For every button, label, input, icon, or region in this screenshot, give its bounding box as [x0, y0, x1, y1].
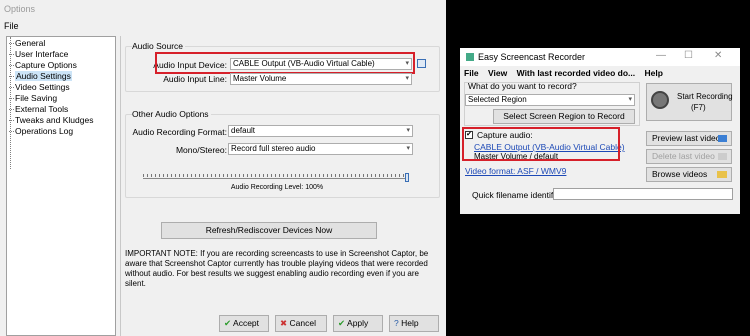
- tree-item-video-settings[interactable]: Video Settings: [7, 82, 115, 93]
- quick-id-label: Quick filename identifier:: [472, 190, 566, 200]
- maximize-icon[interactable]: ☐: [684, 50, 693, 61]
- refresh-devices-button[interactable]: Refresh/Rediscover Devices Now: [161, 222, 377, 239]
- cancel-button[interactable]: ✖ Cancel: [275, 315, 327, 332]
- other-audio-title: Other Audio Options: [132, 109, 211, 119]
- video-format-link[interactable]: Video format: ASF / WMV9: [465, 166, 566, 176]
- tree-item-user-interface[interactable]: User Interface: [7, 49, 115, 60]
- region-select[interactable]: Selected Region ▾: [465, 94, 635, 106]
- help-button[interactable]: ? Help: [389, 315, 439, 332]
- select-region-button[interactable]: Select Screen Region to Record: [493, 109, 635, 124]
- rec-menu-file[interactable]: File: [464, 68, 479, 78]
- recorder-window: Easy Screencast Recorder — ☐ ✕ File View…: [460, 48, 740, 214]
- slider-thumb[interactable]: [405, 173, 409, 182]
- preview-icon: [718, 135, 727, 142]
- audio-source-title: Audio Source: [132, 41, 186, 51]
- slider-ticks: [143, 174, 407, 177]
- options-menu-bar: File: [0, 18, 446, 34]
- rec-menu-view[interactable]: View: [488, 68, 507, 78]
- input-line-label: Audio Input Line:: [163, 74, 227, 84]
- options-window-title: Options: [0, 0, 446, 18]
- tree-item-general[interactable]: General: [7, 38, 115, 49]
- mono-stereo-select[interactable]: Record full stereo audio ▾: [228, 143, 413, 155]
- capture-audio-highlight: [462, 127, 620, 161]
- tree-item-operations-log[interactable]: Operations Log: [7, 126, 115, 137]
- preview-last-video-button[interactable]: Preview last video: [646, 131, 732, 146]
- delete-icon: [718, 153, 727, 160]
- chevron-down-icon: ▾: [628, 96, 632, 103]
- options-window: Options File General User Interface Capt…: [0, 0, 446, 336]
- format-select[interactable]: default ▾: [228, 125, 413, 137]
- apply-icon: ✔: [338, 318, 346, 328]
- film-camera-icon: [651, 91, 669, 109]
- cancel-icon: ✖: [280, 318, 288, 328]
- recording-level-slider[interactable]: [143, 173, 411, 182]
- tree-item-capture-options[interactable]: Capture Options: [7, 60, 115, 71]
- input-device-highlight: [155, 52, 415, 74]
- accept-button[interactable]: ✔ Accept: [219, 315, 269, 332]
- minimize-icon[interactable]: —: [656, 50, 666, 61]
- menu-file[interactable]: File: [4, 21, 19, 31]
- chevron-down-icon: ▾: [405, 75, 409, 82]
- mono-stereo-label: Mono/Stereo:: [175, 145, 227, 155]
- recorder-title: Easy Screencast Recorder: [478, 52, 586, 62]
- settings-tree: General User Interface Capture Options A…: [6, 36, 116, 336]
- tree-item-file-saving[interactable]: File Saving: [7, 93, 115, 104]
- chevron-down-icon: ▾: [406, 145, 410, 152]
- tree-item-tweaks-kludges[interactable]: Tweaks and Kludges: [7, 115, 115, 126]
- recorder-app-icon: [466, 53, 474, 61]
- tree-item-audio-settings[interactable]: Audio Settings: [7, 71, 115, 82]
- recorder-menu-bar: File View With last recorded video do...…: [460, 66, 740, 80]
- recording-level-label: Audio Recording Level: 100%: [230, 184, 324, 191]
- rec-menu-help[interactable]: Help: [644, 68, 662, 78]
- rec-menu-last-video[interactable]: With last recorded video do...: [517, 68, 635, 78]
- important-note: IMPORTANT NOTE: If you are recording scr…: [125, 249, 429, 288]
- tree-item-external-tools[interactable]: External Tools: [7, 104, 115, 115]
- format-label: Audio Recording Format:: [132, 127, 228, 137]
- delete-last-video-button[interactable]: Delete last video: [646, 149, 732, 164]
- input-line-select[interactable]: Master Volume ▾: [230, 73, 412, 85]
- close-icon[interactable]: ✕: [714, 50, 722, 61]
- folder-icon: [717, 171, 727, 178]
- chevron-down-icon: ▾: [406, 127, 410, 134]
- recorder-titlebar: Easy Screencast Recorder — ☐ ✕: [460, 48, 740, 66]
- record-question: What do you want to record?: [468, 81, 577, 91]
- check-icon: ✔: [224, 318, 232, 328]
- apply-button[interactable]: ✔ Apply: [333, 315, 383, 332]
- mixer-icon[interactable]: [417, 59, 426, 68]
- browse-videos-button[interactable]: Browse videos: [646, 167, 732, 182]
- quick-id-input[interactable]: [553, 188, 733, 200]
- audio-settings-panel: Audio Source Audio Input Device: CABLE O…: [120, 36, 445, 336]
- start-recording-button[interactable]: Start Recording (F7): [646, 83, 733, 121]
- help-icon: ?: [394, 318, 399, 328]
